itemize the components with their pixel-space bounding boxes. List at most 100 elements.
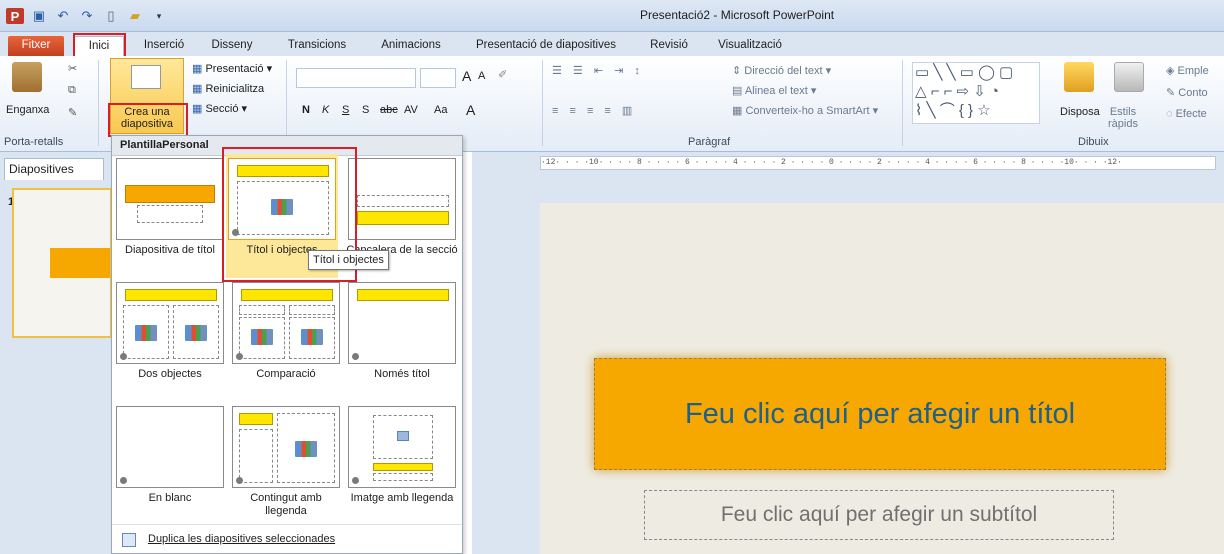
title-shape: [357, 289, 449, 301]
paste-icon[interactable]: [12, 62, 42, 92]
arrange-button[interactable]: Disposa: [1060, 106, 1100, 118]
layout-title-slide[interactable]: Diapositiva de títol: [114, 158, 226, 257]
italic-button[interactable]: K: [322, 104, 329, 116]
shadow-button[interactable]: S: [362, 104, 369, 116]
layout-preview: [116, 158, 224, 240]
tab-insert[interactable]: Inserció: [136, 36, 192, 56]
tab-transitions[interactable]: Transicions: [278, 36, 356, 56]
thumbnail-title-bar: [50, 248, 110, 278]
reset-button[interactable]: ▦ Reinicialitza: [192, 82, 264, 95]
subtitle-shape: [137, 205, 203, 223]
shapes-row-1: ▭ ╲ ╲ ▭ ◯ ▢: [915, 64, 1014, 81]
layout-two-content[interactable]: Dos objectes: [114, 282, 226, 381]
format-painter-icon[interactable]: ✎: [68, 106, 77, 119]
alignment-buttons[interactable]: ≡ ≡ ≡ ≡ ▥: [552, 104, 636, 117]
paragraph-group-label: Paràgraf: [688, 136, 731, 148]
group-divider: [98, 60, 99, 146]
layout-label: En blanc: [148, 492, 192, 504]
caption-shape: [373, 473, 433, 481]
tab-review[interactable]: Revisió: [644, 36, 694, 56]
grow-font-button[interactable]: A: [462, 68, 471, 84]
new-slide-icon: [131, 65, 161, 89]
align-text-button[interactable]: ▤ Alinea el text ▾: [732, 84, 816, 97]
layout-button[interactable]: ▦ Presentació ▾: [192, 62, 272, 75]
content-objects-icon: [271, 199, 293, 215]
copy-icon[interactable]: ⧉: [68, 84, 76, 97]
shape-outline-label: Conto: [1178, 87, 1208, 99]
tab-slideshow[interactable]: Presentació de diapositives: [466, 36, 626, 56]
font-color-button[interactable]: A: [466, 102, 475, 118]
layout-label: Diapositiva de títol: [125, 244, 215, 256]
tab-animations[interactable]: Animacions: [372, 36, 450, 56]
tab-file[interactable]: Fitxer: [8, 36, 64, 56]
new-slide-button[interactable]: Crea una diapositiva: [110, 58, 184, 134]
quick-styles-button[interactable]: Estils ràpids: [1108, 106, 1138, 130]
corner-mark: [236, 353, 243, 360]
duplicate-slides-item[interactable]: Duplica les diapositives seleccionades: [112, 524, 462, 554]
shape-outline-button[interactable]: ✎ Conto: [1166, 86, 1208, 99]
undo-icon[interactable]: ↶: [54, 8, 72, 24]
clear-format-icon[interactable]: ✐: [498, 68, 507, 81]
change-case-button[interactable]: Aa: [434, 104, 447, 116]
title-placeholder[interactable]: Feu clic aquí per afegir un títol: [594, 358, 1166, 470]
title-bar: P ▣ ↶ ↷ ▯ ▰ ▾ Presentació2 - Microsoft P…: [0, 0, 1224, 32]
quick-access-toolbar: P ▣ ↶ ↷ ▯ ▰ ▾: [6, 8, 168, 24]
shrink-font-button[interactable]: A: [478, 70, 485, 82]
title-shape: [357, 211, 449, 225]
layout-title-only[interactable]: Només títol: [346, 282, 458, 381]
list-buttons[interactable]: ☰ ☰ ⇤ ⇥ ↕: [552, 64, 644, 77]
subtitle-placeholder[interactable]: Feu clic aquí per afegir un subtítol: [644, 490, 1114, 540]
quick-styles-label-2: ràpids: [1108, 118, 1138, 130]
redo-icon[interactable]: ↷: [78, 8, 96, 24]
section-button[interactable]: ▦ Secció ▾: [192, 102, 247, 115]
tab-home[interactable]: Inici: [74, 36, 124, 56]
paste-button[interactable]: Enganxa: [6, 104, 49, 116]
content-objects-icon: [185, 325, 207, 341]
layout-tooltip: Títol i objectes: [308, 250, 389, 270]
powerpoint-app-icon[interactable]: P: [6, 8, 24, 24]
shape-fill-button[interactable]: ◈ Emple: [1166, 64, 1209, 77]
left-heading-shape: [239, 305, 285, 315]
duplicate-slides-label: Duplica les diapositives seleccionades: [148, 533, 336, 545]
slide-thumbnail[interactable]: [12, 188, 112, 338]
cut-icon[interactable]: ✂: [68, 62, 77, 75]
shapes-gallery[interactable]: ▭ ╲ ╲ ▭ ◯ ▢ △ ⌐ ⌐ ⇨ ⇩ ◔ ⌇ ╲ ⌒ { } ☆: [912, 62, 1040, 124]
layout-preview: [116, 282, 224, 364]
corner-mark: [352, 353, 359, 360]
open-folder-icon[interactable]: ▰: [126, 8, 144, 24]
layout-preview: [232, 282, 340, 364]
layout-comparison[interactable]: Comparació: [230, 282, 342, 381]
picture-icon: [397, 431, 409, 441]
shape-effects-label: Efecte: [1175, 108, 1207, 120]
convert-smartart-button[interactable]: ▦ Converteix-ho a SmartArt ▾: [732, 104, 878, 117]
quick-styles-icon[interactable]: [1114, 62, 1144, 92]
tab-design[interactable]: Disseny: [204, 36, 260, 56]
slides-tab[interactable]: Diapositives: [4, 158, 104, 180]
layout-content-with-caption[interactable]: Contingut amb llegenda: [230, 406, 342, 518]
layout-label: Dos objectes: [138, 368, 202, 380]
new-document-icon[interactable]: ▯: [102, 8, 120, 24]
quick-styles-label-1: Estils: [1109, 106, 1137, 118]
font-family-combo[interactable]: [296, 68, 416, 88]
bold-button[interactable]: N: [302, 104, 310, 116]
save-icon[interactable]: ▣: [30, 8, 48, 24]
arrange-icon[interactable]: [1064, 62, 1094, 92]
content-objects-icon: [295, 441, 317, 457]
drawing-group-label: Dibuix: [1078, 136, 1109, 148]
layout-section-header[interactable]: Capçalera de la secció: [346, 158, 458, 257]
font-size-combo[interactable]: [420, 68, 456, 88]
layout-blank[interactable]: En blanc: [114, 406, 226, 505]
text-direction-button[interactable]: ⇕ Direcció del text ▾: [732, 64, 831, 77]
shapes-row-2: △ ⌐ ⌐ ⇨ ⇩ ◔: [915, 83, 1000, 100]
layout-label: Només títol: [374, 368, 430, 380]
layout-label: Imatge amb llegenda: [350, 492, 454, 504]
customize-qat-icon[interactable]: ▾: [150, 8, 168, 24]
shape-effects-button[interactable]: ◌ Efecte: [1166, 108, 1207, 120]
corner-mark: [232, 229, 239, 236]
content-objects-icon: [301, 329, 323, 345]
character-spacing-button[interactable]: AV: [404, 104, 418, 116]
layout-picture-with-caption[interactable]: Imatge amb llegenda: [346, 406, 458, 505]
strikethrough-button[interactable]: abc: [380, 104, 398, 116]
underline-button[interactable]: S: [342, 104, 349, 116]
tab-view[interactable]: Visualització: [710, 36, 790, 56]
